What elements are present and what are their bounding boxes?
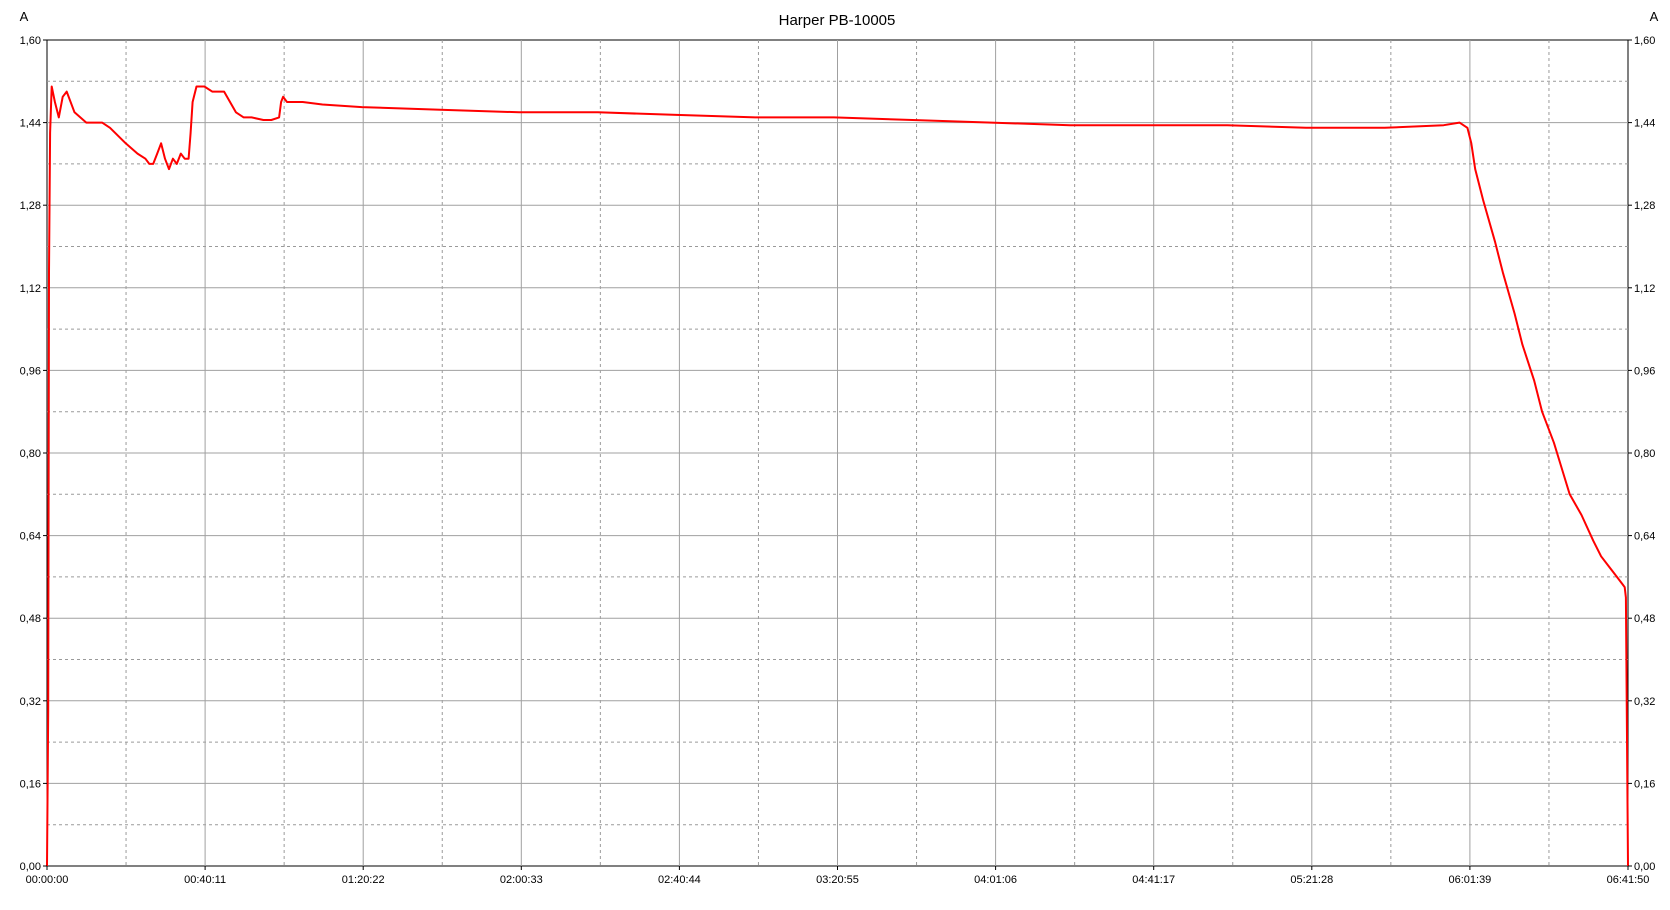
y-tick-label-right: 0,48 bbox=[1634, 613, 1655, 625]
y-tick-label-right: 0,00 bbox=[1634, 861, 1655, 873]
y-unit-right: A bbox=[1650, 9, 1659, 24]
x-tick-label: 03:20:55 bbox=[816, 874, 859, 886]
line-chart: 0,00 0,16 0,32 0,48 0,64 0,80 0,96 1,12 1,28 1,44… bbox=[20, 9, 1659, 886]
x-tick-label: 02:40:44 bbox=[658, 874, 701, 886]
x-tick-label: 04:01:06 bbox=[974, 874, 1017, 886]
x-tick-label: 02:00:33 bbox=[500, 874, 543, 886]
y-tick-label-right: 0,32 bbox=[1634, 696, 1655, 708]
y-tick-label-right: 0,96 bbox=[1634, 365, 1655, 377]
x-tick-label: 00:00:00 bbox=[26, 874, 69, 886]
x-tick-label: 05:21:28 bbox=[1290, 874, 1333, 886]
y-ticks-right: 0,00 0,16 0,32 0,48 0,64 0,80 0,96 1,12 1,28 1,44… bbox=[1628, 35, 1655, 873]
x-tick-label: 00:40:11 bbox=[184, 874, 226, 886]
x-tick-label: 06:41:50 bbox=[1607, 874, 1650, 886]
y-tick-label-left: 0,64 bbox=[20, 531, 41, 543]
y-tick-label-left: 0,48 bbox=[20, 613, 41, 625]
x-tick-label: 01:20:22 bbox=[342, 874, 385, 886]
y-tick-label-right: 1,12 bbox=[1634, 283, 1655, 295]
y-tick-label-right: 1,44 bbox=[1634, 118, 1655, 130]
y-tick-label-left: 1,60 bbox=[20, 35, 41, 47]
y-unit-left: A bbox=[20, 9, 29, 24]
y-tick-label-right: 0,80 bbox=[1634, 448, 1655, 460]
y-tick-label-right: 0,64 bbox=[1634, 531, 1655, 543]
y-ticks-left: 0,00 0,16 0,32 0,48 0,64 0,80 0,96 1,12 1,28 1,44… bbox=[20, 35, 47, 873]
y-tick-label-right: 0,16 bbox=[1634, 778, 1655, 790]
y-tick-label-left: 1,44 bbox=[20, 118, 41, 130]
y-tick-label-right: 1,28 bbox=[1634, 200, 1655, 212]
y-tick-label-left: 0,80 bbox=[20, 448, 41, 460]
y-tick-label-left: 0,96 bbox=[20, 365, 41, 377]
chart-title: Harper PB-10005 bbox=[779, 12, 896, 29]
y-tick-label-left: 0,00 bbox=[20, 861, 41, 873]
x-tick-label: 04:41:17 bbox=[1132, 874, 1175, 886]
x-tick-label: 06:01:39 bbox=[1448, 874, 1491, 886]
y-tick-label-right: 1,60 bbox=[1634, 35, 1655, 47]
x-ticks: 00:00:00 00:40:11 01:20:22 02:00:33 02:40:44… bbox=[26, 866, 1650, 886]
y-tick-label-left: 1,12 bbox=[20, 283, 41, 295]
y-tick-label-left: 0,16 bbox=[20, 778, 41, 790]
y-tick-label-left: 1,28 bbox=[20, 200, 41, 212]
y-tick-label-left: 0,32 bbox=[20, 696, 41, 708]
